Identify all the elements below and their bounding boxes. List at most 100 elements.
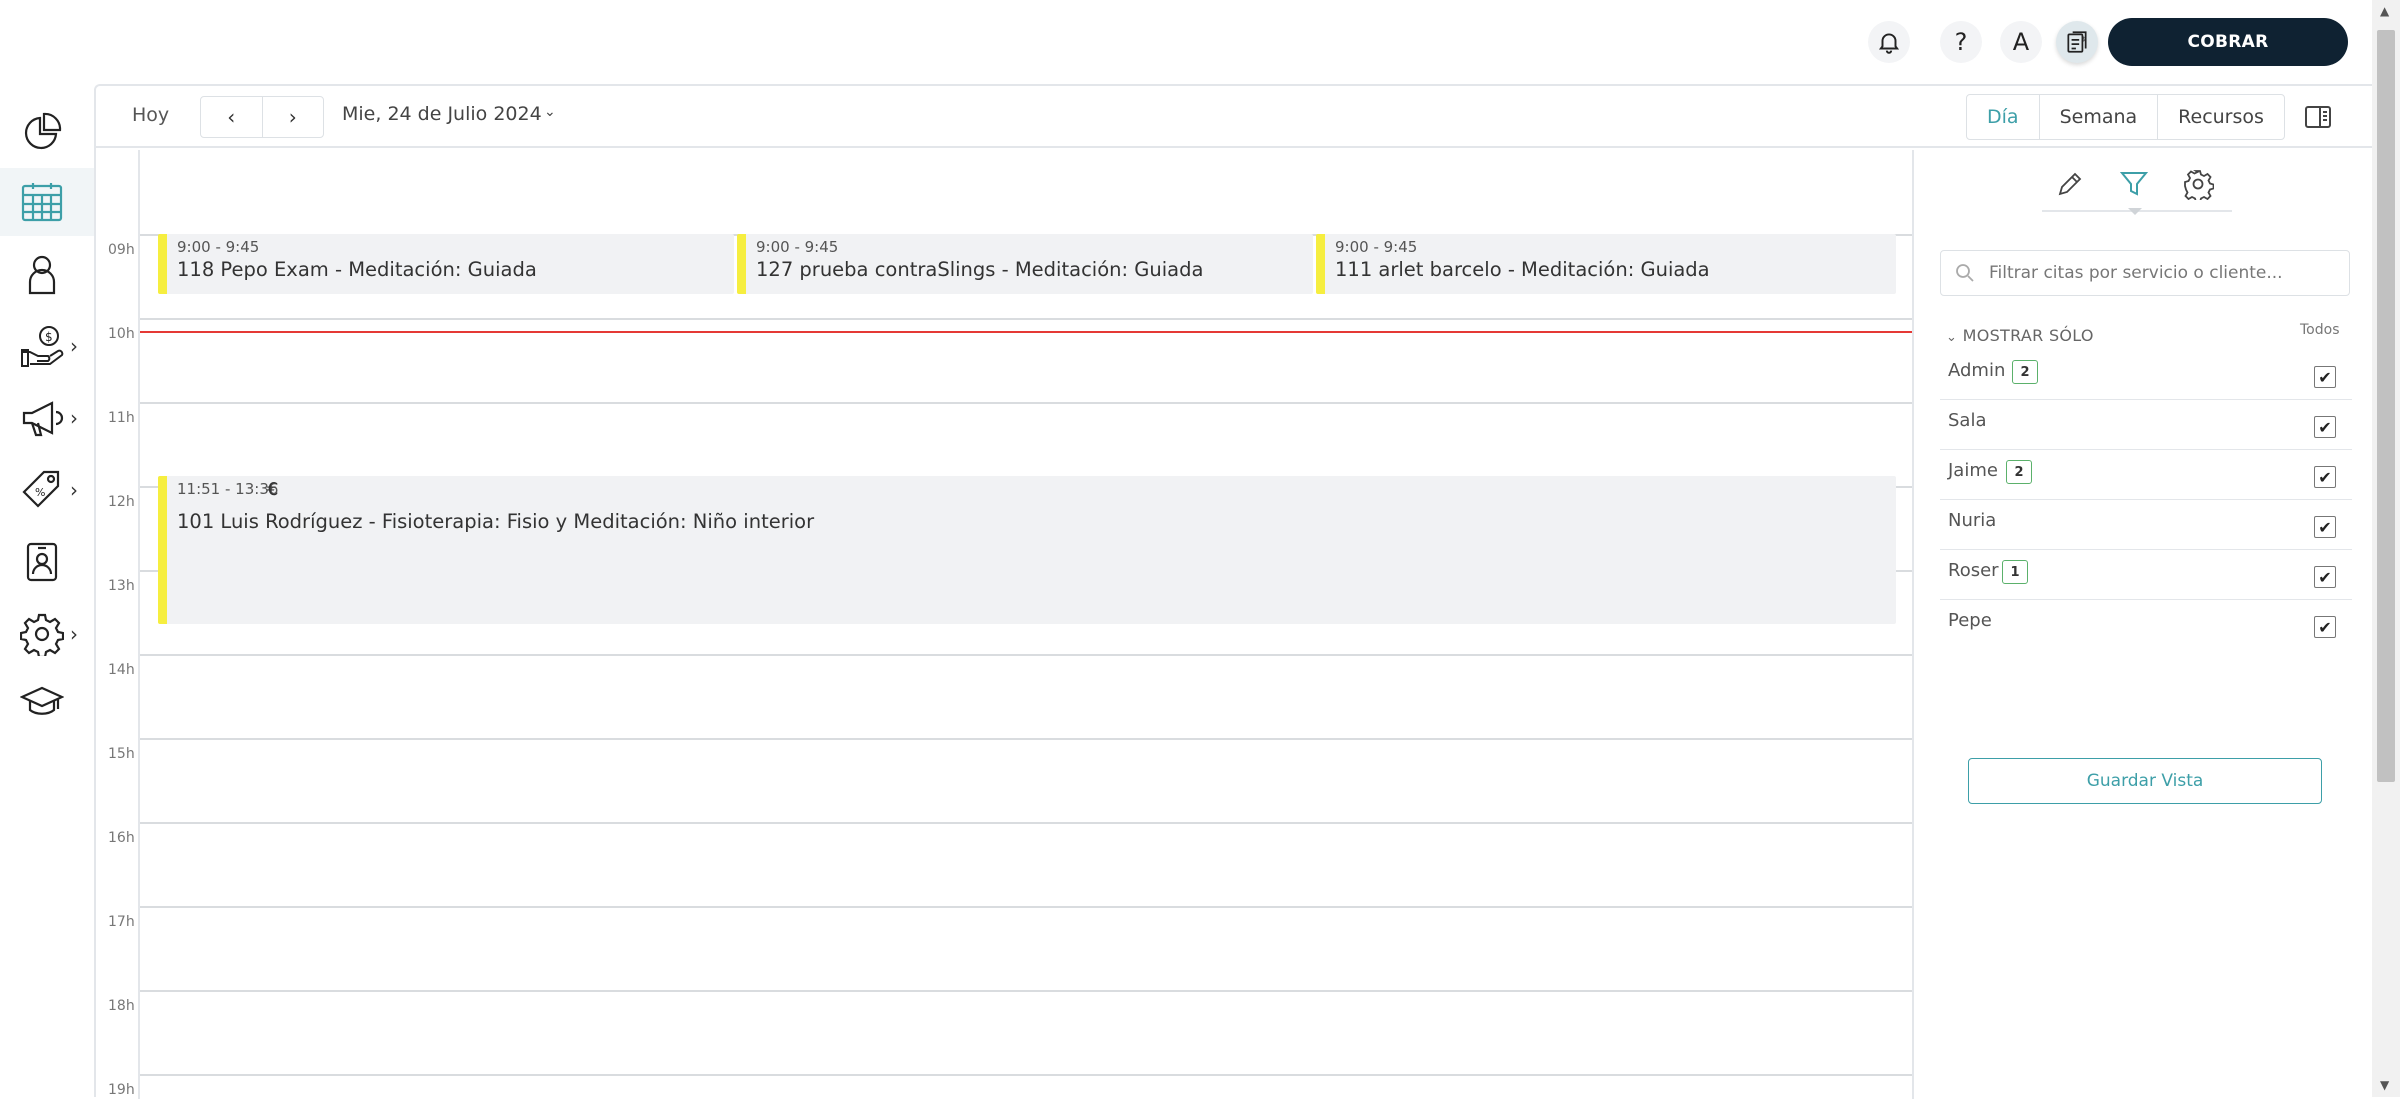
- chevron-down-icon: ⌄: [544, 104, 556, 120]
- scroll-up-icon[interactable]: ▲: [2380, 4, 2389, 18]
- chevron-right-icon: ›: [70, 478, 78, 502]
- view-tabs: Día Semana Recursos: [1966, 94, 2285, 140]
- staff-checkbox[interactable]: ✔: [2314, 516, 2336, 538]
- cobrar-button[interactable]: COBRAR: [2108, 18, 2348, 66]
- avatar-initial: A: [2012, 28, 2030, 56]
- notifications-button[interactable]: [1868, 21, 1910, 63]
- staff-name: Sala: [1948, 410, 1987, 431]
- staff-name: Admin: [1948, 360, 2006, 381]
- cash-register-button[interactable]: $: [2056, 21, 2098, 63]
- appointment-card[interactable]: 9:00 - 9:45 127 prueba contraSlings - Me…: [737, 234, 1313, 294]
- staff-filter-row: Roser 1 ✔: [1940, 550, 2352, 600]
- tab-resources[interactable]: Recursos: [2158, 95, 2284, 139]
- sidebar-item-dashboard[interactable]: [0, 98, 94, 166]
- sidebar-item-offers[interactable]: % ›: [0, 456, 94, 524]
- megaphone-icon: [22, 401, 64, 437]
- hour-label: 19h: [108, 1082, 135, 1098]
- hour-label: 18h: [108, 998, 135, 1014]
- select-all-link[interactable]: Todos: [2300, 322, 2339, 338]
- hour-label: 10h: [108, 326, 135, 342]
- scrollbar-thumb[interactable]: [2377, 30, 2395, 782]
- hour-line: [140, 990, 1912, 992]
- user-avatar-button[interactable]: A: [2000, 21, 2042, 63]
- pencil-icon[interactable]: [2054, 168, 2086, 200]
- hour-line: [140, 822, 1912, 824]
- active-tab-caret: [2128, 208, 2142, 215]
- appointment-time: 11:51 - 13:36: [177, 480, 279, 498]
- show-only-label: MOSTRAR SÓLO: [1962, 326, 2094, 345]
- next-day-button[interactable]: ›: [263, 97, 324, 137]
- day-grid[interactable]: 9:00 - 9:45 118 Pepo Exam - Meditación: …: [140, 150, 1914, 1099]
- page-scrollbar[interactable]: ▲ ▼: [2372, 0, 2400, 1097]
- sidebar-item-staff[interactable]: [0, 528, 94, 596]
- svg-text:$: $: [45, 330, 53, 344]
- staff-checkbox[interactable]: ✔: [2314, 616, 2336, 638]
- side-panel-toggle-icon[interactable]: [2304, 104, 2332, 130]
- calendar-toolbar: Hoy ‹ › Mie, 24 de Julio 2024 ⌄ Día Sema…: [96, 86, 2372, 148]
- appointment-card[interactable]: 9:00 - 9:45 118 Pepo Exam - Meditación: …: [158, 234, 734, 294]
- hour-label: 16h: [108, 830, 135, 846]
- bell-icon: [1878, 33, 1900, 54]
- tab-day[interactable]: Día: [1967, 95, 2040, 139]
- staff-name: Jaime: [1948, 460, 1998, 481]
- filter-icon[interactable]: [2118, 168, 2150, 200]
- sidebar-item-marketing[interactable]: ›: [0, 384, 94, 452]
- svg-text:%: %: [35, 486, 45, 499]
- top-bar: ? A $ COBRAR: [0, 0, 2372, 84]
- search-input[interactable]: [1987, 259, 2337, 287]
- staff-checkbox[interactable]: ✔: [2314, 466, 2336, 488]
- prev-day-button[interactable]: ‹: [201, 97, 263, 137]
- paid-euro-icon: €: [267, 479, 279, 500]
- time-column: 09h 10h 11h 12h 13h 14h 15h 16h 17h 18h …: [96, 150, 140, 1099]
- staff-checkbox[interactable]: ✔: [2314, 366, 2336, 388]
- appointment-title: 111 arlet barcelo - Meditación: Guiada: [1335, 258, 1710, 281]
- staff-checkbox[interactable]: ✔: [2314, 566, 2336, 588]
- search-icon: [1956, 264, 1974, 282]
- svg-text:$: $: [2082, 35, 2086, 43]
- staff-badge-icon: [26, 542, 58, 582]
- appointment-card[interactable]: 11:51 - 13:36 € 101 Luis Rodríguez - Fis…: [158, 476, 1896, 624]
- hour-label: 13h: [108, 578, 135, 594]
- staff-name: Roser: [1948, 560, 1999, 581]
- sidebar-item-billing[interactable]: $ ›: [0, 312, 94, 380]
- staff-checkbox[interactable]: ✔: [2314, 416, 2336, 438]
- hour-line: [140, 402, 1912, 404]
- pie-chart-icon: [24, 112, 62, 150]
- help-button[interactable]: ?: [1940, 21, 1982, 63]
- cash-register-icon: $: [2067, 31, 2087, 53]
- hour-line: [140, 1074, 1912, 1076]
- sidebar-item-calendar[interactable]: [0, 168, 94, 236]
- sidebar-item-academy[interactable]: [0, 668, 94, 736]
- save-view-button[interactable]: Guardar Vista: [1968, 758, 2322, 804]
- hour-label: 14h: [108, 662, 135, 678]
- show-only-toggle[interactable]: ⌄ MOSTRAR SÓLO: [1946, 326, 2094, 345]
- today-button[interactable]: Hoy: [132, 104, 169, 126]
- current-date-selector[interactable]: Mie, 24 de Julio 2024: [342, 103, 542, 125]
- appointment-title: 127 prueba contraSlings - Meditación: Gu…: [756, 258, 1204, 281]
- staff-name: Pepe: [1948, 610, 1992, 631]
- chevron-right-icon: ›: [70, 622, 78, 646]
- filter-panel: ⌄ MOSTRAR SÓLO Todos Admin 2 ✔ Sala ✔ Ja…: [1916, 150, 2372, 1099]
- staff-filter-row: Sala ✔: [1940, 400, 2352, 450]
- appointment-time: 9:00 - 9:45: [177, 238, 260, 256]
- staff-name: Nuria: [1948, 510, 1997, 531]
- appointment-card[interactable]: 9:00 - 9:45 111 arlet barcelo - Meditaci…: [1316, 234, 1896, 294]
- hour-label: 11h: [108, 410, 135, 426]
- calendar-frame: Hoy ‹ › Mie, 24 de Julio 2024 ⌄ Día Sema…: [94, 84, 2372, 1099]
- sidebar-item-settings[interactable]: ›: [0, 600, 94, 668]
- gear-icon: [20, 613, 64, 656]
- appointment-search: [1940, 250, 2350, 296]
- calendar-icon: [21, 183, 63, 222]
- gear-icon[interactable]: [2182, 168, 2214, 200]
- staff-filter-row: Jaime 2 ✔: [1940, 450, 2352, 500]
- tab-week[interactable]: Semana: [2040, 95, 2159, 139]
- hour-line: [140, 654, 1912, 656]
- hour-line: [140, 318, 1912, 320]
- user-icon: [28, 255, 56, 295]
- graduation-cap-icon: [20, 686, 64, 715]
- scroll-down-icon[interactable]: ▼: [2380, 1078, 2389, 1092]
- appointment-count-badge: 2: [2006, 460, 2032, 484]
- sidebar-item-clients[interactable]: [0, 240, 94, 308]
- staff-filter-row: Admin 2 ✔: [1940, 350, 2352, 400]
- staff-filter-row: Nuria ✔: [1940, 500, 2352, 550]
